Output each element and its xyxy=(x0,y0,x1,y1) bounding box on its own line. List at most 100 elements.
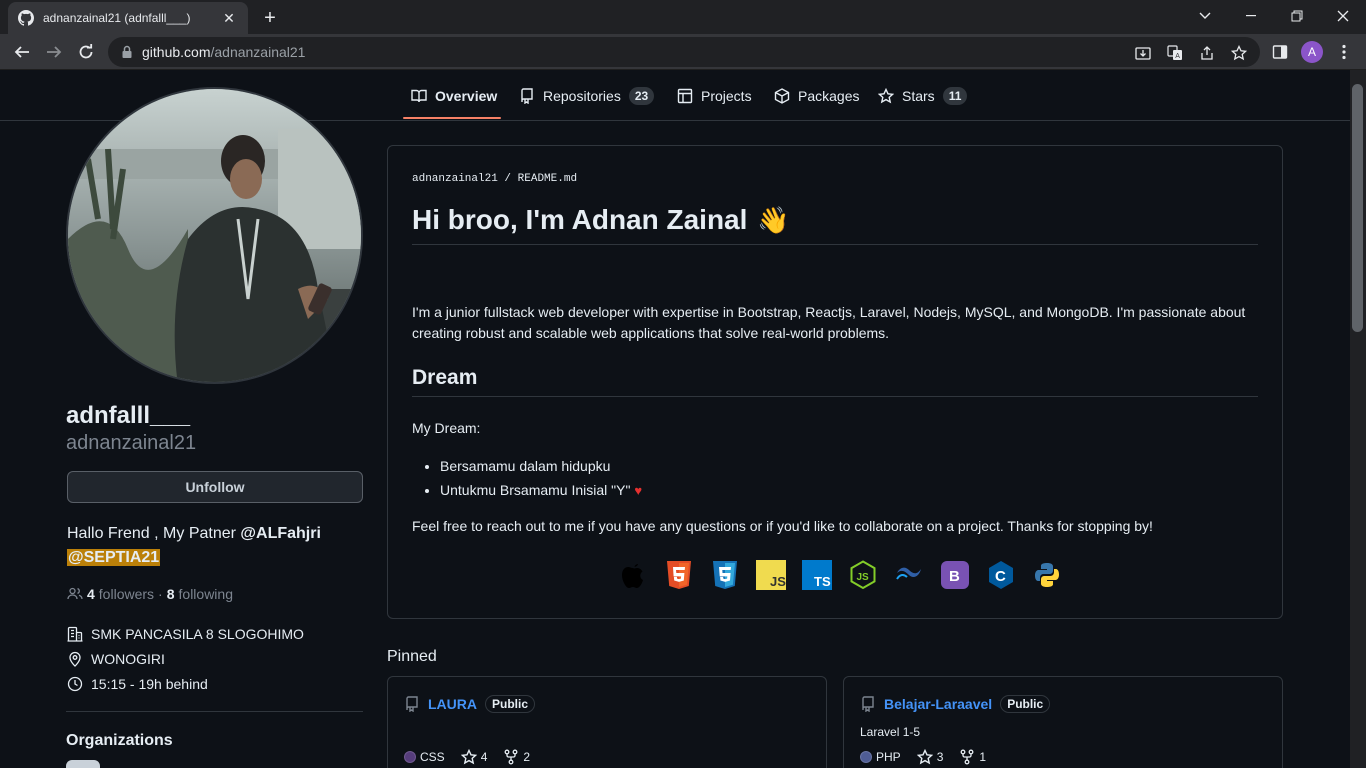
browser-tab[interactable]: adnanzainal21 (adnfalll___) ✕ xyxy=(8,2,248,34)
organization-avatar[interactable] xyxy=(66,760,100,768)
bookmark-star-icon[interactable] xyxy=(1230,44,1248,62)
forward-icon[interactable] xyxy=(40,38,68,66)
svg-text:A: A xyxy=(1175,53,1180,60)
readme-path-user[interactable]: adnanzainal21 xyxy=(412,173,498,185)
visibility-badge: Public xyxy=(1000,695,1051,713)
repo-forks-count: 2 xyxy=(523,750,531,764)
install-app-icon[interactable] xyxy=(1134,44,1152,62)
browser-menu-icon[interactable] xyxy=(1334,42,1354,62)
repo-stars-link[interactable]: 4 xyxy=(460,749,487,765)
fork-icon xyxy=(504,749,518,765)
dream-heading: Dream xyxy=(412,366,1258,397)
tab-search-icon[interactable] xyxy=(1182,2,1228,30)
location-icon xyxy=(69,651,81,667)
share-icon[interactable] xyxy=(1198,44,1216,62)
tab-overview-label: Overview xyxy=(435,88,498,104)
unfollow-button[interactable]: Unfollow xyxy=(67,471,363,503)
apple-icon xyxy=(616,558,650,592)
browser-profile-avatar[interactable]: A xyxy=(1301,41,1323,63)
readme-heading-text: Hi broo, I'm Adnan Zainal xyxy=(412,204,748,235)
repo-language: PHP xyxy=(860,750,901,764)
profile-avatar[interactable] xyxy=(66,87,363,384)
language-color-dot xyxy=(404,751,416,763)
python-icon xyxy=(1030,558,1064,592)
restore-icon[interactable] xyxy=(1274,2,1320,30)
back-icon[interactable] xyxy=(8,38,36,66)
dream-label: My Dream: xyxy=(412,420,481,436)
repo-icon xyxy=(406,696,418,712)
pinned-repo-card: Belajar-Laraavel Public Laravel 1-5 PHP … xyxy=(843,676,1283,768)
follow-stats: 4 followers · 8 following xyxy=(67,586,233,602)
tab-close-icon[interactable]: ✕ xyxy=(220,9,238,27)
nodejs-icon: JS xyxy=(846,558,880,592)
close-window-icon[interactable] xyxy=(1320,2,1366,30)
bio-mention-septia21[interactable]: @SEPTIA21 xyxy=(67,549,161,566)
pinned-repo-link[interactable]: LAURA xyxy=(428,696,477,712)
tailwind-icon xyxy=(892,558,926,592)
company-text: SMK PANCASILA 8 SLOGOHIMO xyxy=(91,626,304,642)
new-tab-button[interactable]: + xyxy=(258,6,282,30)
repo-stars-link[interactable]: 3 xyxy=(916,749,943,765)
pinned-repo-link[interactable]: Belajar-Laraavel xyxy=(884,696,992,712)
svg-text:JS: JS xyxy=(770,574,786,589)
pinned-repo-meta: PHP 3 1 xyxy=(860,749,1002,765)
tab-title: adnanzainal21 (adnfalll___) xyxy=(43,11,191,25)
fork-icon xyxy=(960,749,974,765)
visibility-badge: Public xyxy=(485,695,536,713)
tab-stars-label: Stars xyxy=(902,88,935,104)
vcard-local-time: 15:15 - 19h behind xyxy=(67,676,208,692)
address-bar[interactable]: github.com/adnanzainal21 A xyxy=(108,37,1260,67)
repo-language: CSS xyxy=(404,750,445,764)
tech-stack-icons: JS TS JS B C xyxy=(616,558,1064,592)
star-icon xyxy=(878,88,894,104)
svg-text:C: C xyxy=(995,568,1006,585)
book-icon xyxy=(411,89,427,103)
stars-counter: 11 xyxy=(942,87,968,105)
people-icon xyxy=(67,587,83,600)
readme-heading: Hi broo, I'm Adnan Zainal 👋 xyxy=(412,204,1258,245)
profile-bio: Hallo Frend , My Patner @ALFahjri @SEPTI… xyxy=(67,522,363,570)
javascript-icon: JS xyxy=(754,558,788,592)
tab-projects-label: Projects xyxy=(701,88,752,104)
followers-count: 4 xyxy=(87,586,95,602)
repo-forks-link[interactable]: 1 xyxy=(959,749,986,765)
followers-label: followers xyxy=(98,586,155,602)
profile-display-name: adnfalll___ xyxy=(66,402,191,429)
lock-icon xyxy=(120,45,134,59)
pinned-repo-title: Belajar-Laraavel Public xyxy=(860,695,1051,713)
repo-icon xyxy=(521,88,533,104)
tab-projects[interactable]: Projects xyxy=(677,81,752,111)
language-color-dot xyxy=(860,751,872,763)
bio-mention-alfahjri[interactable]: @ALFahjri xyxy=(240,525,321,542)
organizations-heading: Organizations xyxy=(66,732,173,749)
browser-tabstrip: adnanzainal21 (adnfalll___) ✕ + xyxy=(0,0,1366,34)
scrollbar-thumb[interactable] xyxy=(1352,84,1363,332)
language-name: CSS xyxy=(420,750,445,764)
repo-forks-link[interactable]: 2 xyxy=(503,749,530,765)
tab-packages[interactable]: Packages xyxy=(774,81,859,111)
location-text: WONOGIRI xyxy=(91,651,165,667)
github-favicon-icon xyxy=(18,10,34,26)
vcard-company: SMK PANCASILA 8 SLOGOHIMO xyxy=(67,626,304,642)
star-icon xyxy=(460,749,477,765)
side-panel-icon[interactable] xyxy=(1270,42,1290,62)
pinned-heading: Pinned xyxy=(387,648,437,665)
svg-text:B: B xyxy=(949,568,960,585)
heart-icon: ♥ xyxy=(634,483,643,498)
following-link[interactable]: 8 following xyxy=(167,586,233,602)
readme-path-separator: / xyxy=(497,173,518,185)
c-icon: C xyxy=(984,558,1018,592)
tab-repositories[interactable]: Repositories 23 xyxy=(519,81,655,111)
following-count: 8 xyxy=(166,586,175,602)
profile-username: adnanzainal21 xyxy=(66,432,197,454)
translate-icon[interactable]: A xyxy=(1166,44,1184,62)
readme-path-file[interactable]: README.md xyxy=(518,173,577,185)
followers-link[interactable]: 4 followers xyxy=(87,586,154,602)
tab-stars[interactable]: Stars 11 xyxy=(878,81,968,111)
pinned-repo-title: LAURA Public xyxy=(404,695,536,713)
svg-text:TS: TS xyxy=(814,574,831,589)
reload-icon[interactable] xyxy=(72,38,100,66)
dream-item-2: Untukmu Brsamamu Inisial "Y" xyxy=(440,482,631,498)
minimize-icon[interactable] xyxy=(1228,2,1274,30)
tab-overview[interactable]: Overview xyxy=(411,81,497,111)
